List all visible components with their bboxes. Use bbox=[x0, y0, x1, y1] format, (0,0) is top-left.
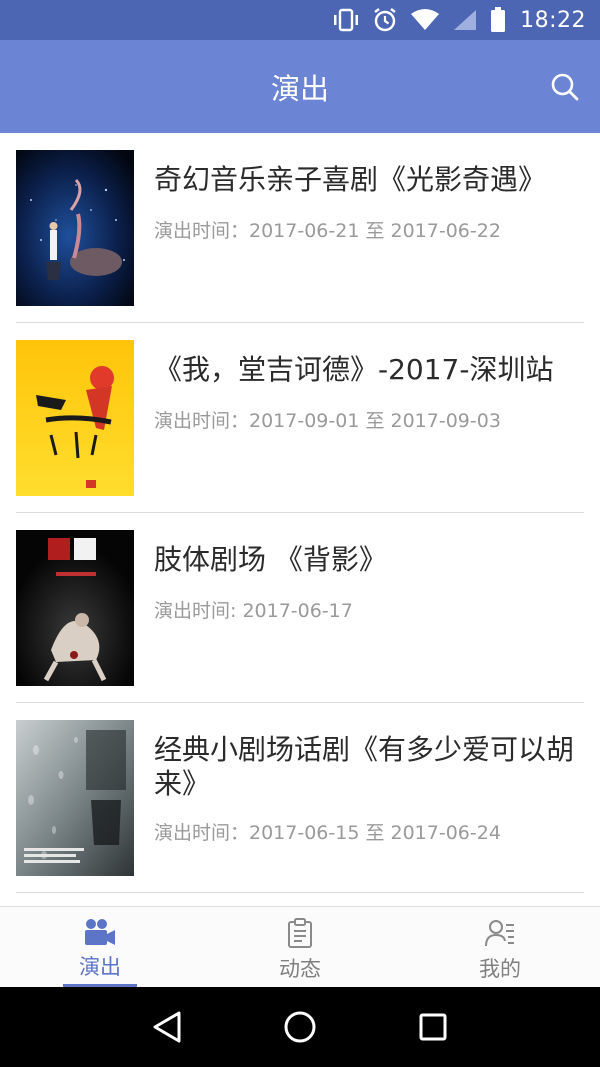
video-camera-icon bbox=[85, 919, 115, 945]
tab-updates[interactable]: 动态 bbox=[200, 907, 400, 987]
status-time: 18:22 bbox=[520, 7, 586, 33]
tab-performances[interactable]: 演出 bbox=[0, 907, 200, 987]
show-poster bbox=[16, 340, 134, 496]
back-icon bbox=[153, 1011, 181, 1043]
show-item[interactable]: 奇幻音乐亲子喜剧《光影奇遇》 演出时间：2017-06-21 至 2017-06… bbox=[0, 133, 600, 323]
show-title: 《我，堂吉诃德》-2017-深圳站 bbox=[154, 353, 554, 386]
clipboard-icon bbox=[288, 918, 312, 948]
tab-updates-label: 动态 bbox=[279, 957, 321, 981]
show-date: 演出时间：2017-06-15 至 2017-06-24 bbox=[154, 822, 501, 844]
show-date: 演出时间：2017-06-21 至 2017-06-22 bbox=[154, 220, 501, 242]
show-title: 经典小剧场话剧《有多少爱可以胡来》 bbox=[154, 733, 575, 800]
show-item[interactable] bbox=[0, 893, 600, 906]
app-bar: 演出 bbox=[0, 40, 600, 133]
wifi-icon bbox=[410, 8, 440, 32]
page-title: 演出 bbox=[270, 71, 329, 106]
status-bar: 18:22 bbox=[0, 0, 600, 40]
search-button[interactable] bbox=[548, 70, 582, 104]
show-title: 奇幻音乐亲子喜剧《光影奇遇》 bbox=[154, 163, 547, 196]
tab-me-label: 我的 bbox=[479, 957, 521, 981]
home-button[interactable] bbox=[275, 1002, 325, 1052]
show-title: 肢体剧场 《背影》 bbox=[154, 543, 387, 576]
system-navigation-bar bbox=[0, 987, 600, 1067]
bottom-navigation: 演出 动态 我的 bbox=[0, 906, 600, 987]
tab-performances-label: 演出 bbox=[79, 955, 121, 979]
show-date: 演出时间: 2017-06-17 bbox=[154, 600, 353, 622]
show-poster bbox=[16, 150, 134, 306]
alarm-icon bbox=[372, 7, 398, 33]
signal-icon bbox=[452, 8, 478, 32]
show-list[interactable]: 奇幻音乐亲子喜剧《光影奇遇》 演出时间：2017-06-21 至 2017-06… bbox=[0, 133, 600, 906]
show-poster bbox=[16, 530, 134, 686]
show-item[interactable]: 经典小剧场话剧《有多少爱可以胡来》 演出时间：2017-06-15 至 2017… bbox=[0, 703, 600, 893]
show-item[interactable]: 《我，堂吉诃德》-2017-深圳站 演出时间：2017-09-01 至 2017… bbox=[0, 323, 600, 513]
home-icon bbox=[284, 1011, 316, 1043]
vibrate-icon bbox=[332, 8, 360, 32]
back-button[interactable] bbox=[142, 1002, 192, 1052]
show-date: 演出时间：2017-09-01 至 2017-09-03 bbox=[154, 410, 501, 432]
recents-button[interactable] bbox=[408, 1002, 458, 1052]
recents-icon bbox=[419, 1013, 447, 1041]
battery-icon bbox=[490, 7, 506, 33]
tab-me[interactable]: 我的 bbox=[400, 907, 600, 987]
profile-icon bbox=[485, 920, 514, 947]
show-item[interactable]: 肢体剧场 《背影》 演出时间: 2017-06-17 bbox=[0, 513, 600, 703]
search-icon bbox=[551, 73, 579, 101]
show-poster bbox=[16, 720, 134, 876]
